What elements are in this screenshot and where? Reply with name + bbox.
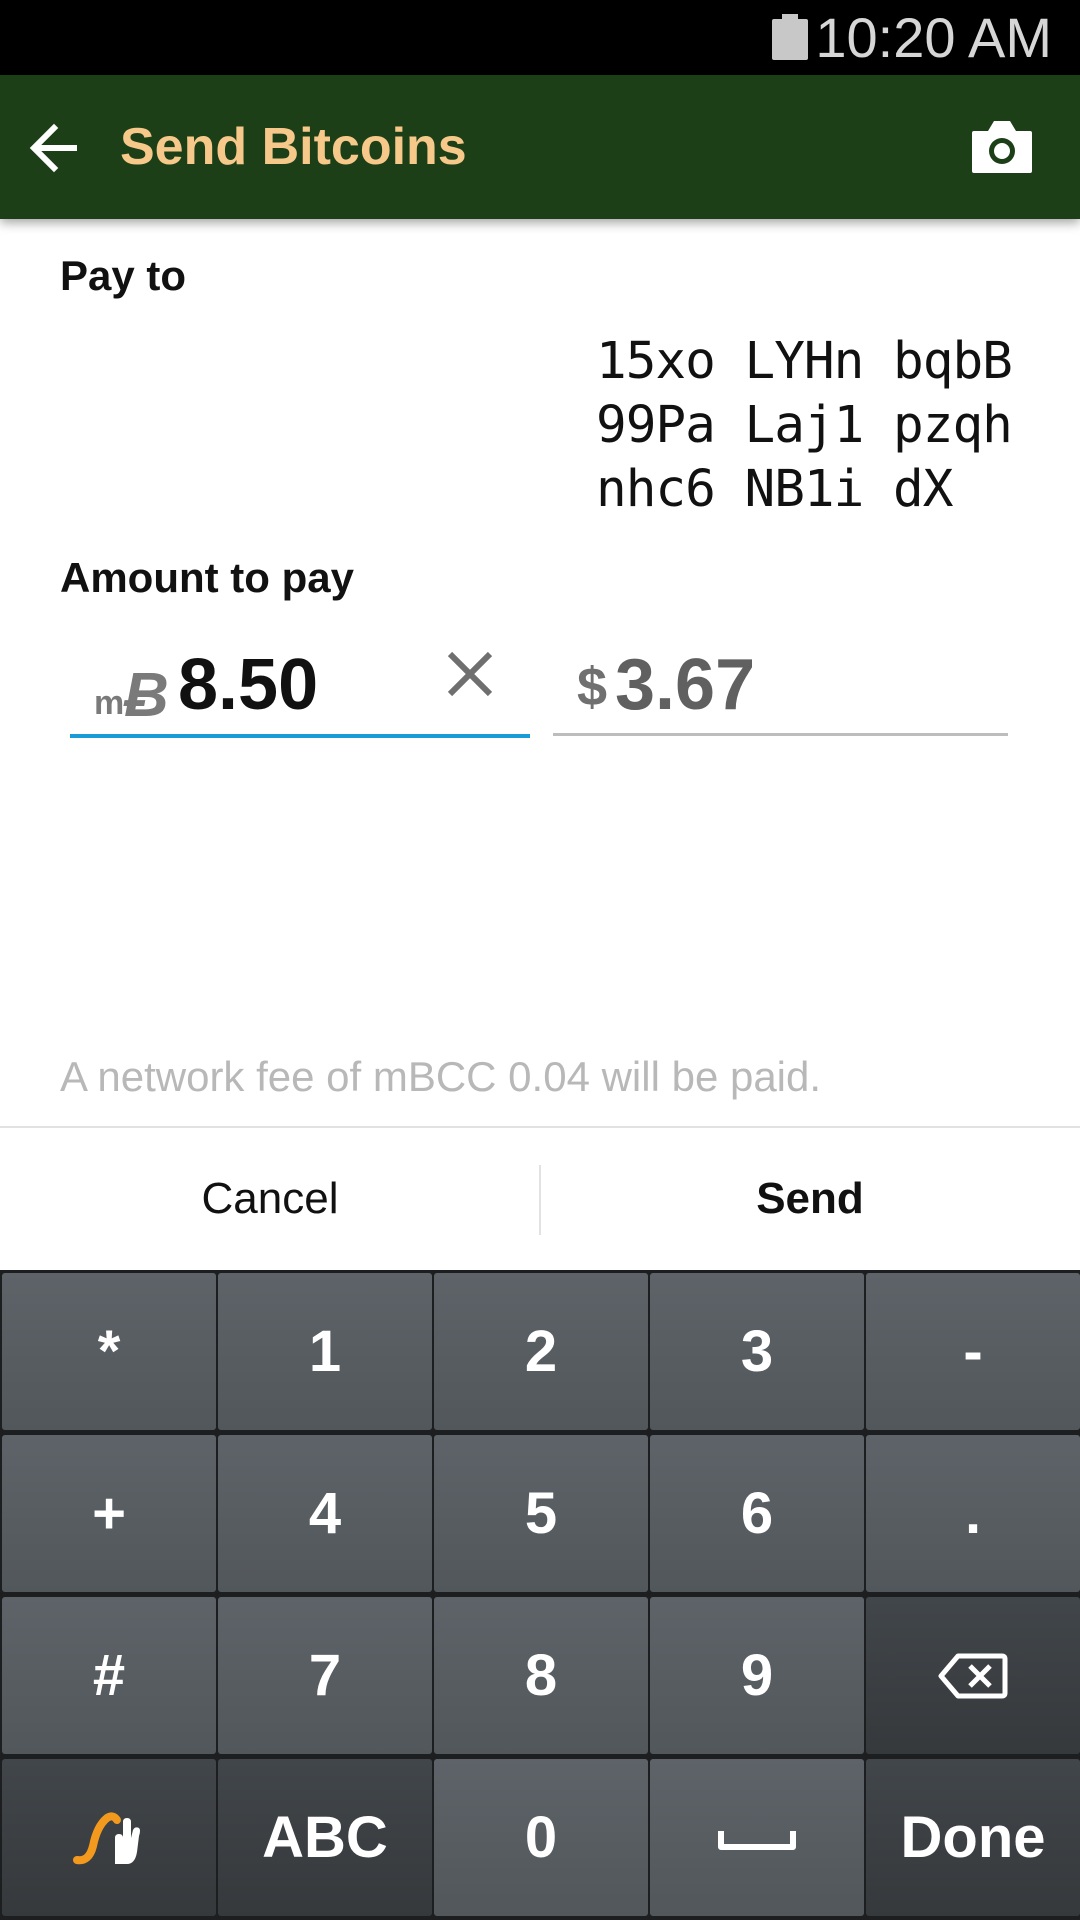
status-time: 10:20 AM [815, 6, 1052, 69]
key-asterisk[interactable]: * [2, 1273, 216, 1430]
recipient-address: 15xo LYHn bqbB 99Pa Laj1 pzqh nhc6 NB1i … [596, 330, 1013, 522]
key-5[interactable]: 5 [434, 1435, 648, 1592]
btc-unit-prefix: m [94, 684, 125, 722]
status-bar: 10:20 AM [0, 0, 1080, 75]
btc-amount-value[interactable]: 8.50 [178, 644, 318, 726]
key-hash[interactable]: # [2, 1597, 216, 1754]
backspace-icon [938, 1653, 1008, 1699]
fiat-amount-field[interactable]: $ 3.67 [553, 630, 1008, 736]
btc-amount-field[interactable]: m Ƀ 8.50 [70, 630, 530, 738]
address-line: nhc6 NB1i dX [596, 460, 953, 519]
fiat-amount-value[interactable]: 3.67 [615, 644, 755, 726]
bitcoin-symbol: Ƀ [124, 661, 169, 730]
amount-label: Amount to pay [60, 554, 354, 601]
app-bar: Send Bitcoins [0, 75, 1080, 219]
key-done[interactable]: Done [866, 1759, 1080, 1916]
key-7[interactable]: 7 [218, 1597, 432, 1754]
key-abc[interactable]: ABC [218, 1759, 432, 1916]
key-plus[interactable]: + [2, 1435, 216, 1592]
send-button[interactable]: Send [540, 1128, 1080, 1270]
close-icon[interactable] [442, 646, 498, 702]
address-line: 15xo LYHn bqbB [596, 332, 1013, 391]
address-line: 99Pa Laj1 pzqh [596, 396, 1013, 455]
page-title: Send Bitcoins [120, 118, 467, 176]
key-0[interactable]: 0 [434, 1759, 648, 1916]
key-4[interactable]: 4 [218, 1435, 432, 1592]
cancel-button[interactable]: Cancel [0, 1128, 540, 1270]
key-9[interactable]: 9 [650, 1597, 864, 1754]
key-period[interactable]: . [866, 1435, 1080, 1592]
numeric-keyboard: * 1 2 3 - + 4 5 6 . # 7 8 9 ABC 0 Done [0, 1270, 1080, 1920]
key-3[interactable]: 3 [650, 1273, 864, 1430]
key-6[interactable]: 6 [650, 1435, 864, 1592]
key-backspace[interactable] [866, 1597, 1080, 1754]
key-space[interactable] [650, 1759, 864, 1916]
key-minus[interactable]: - [866, 1273, 1080, 1430]
swype-icon [71, 1808, 147, 1868]
pay-to-label: Pay to [60, 252, 187, 299]
key-2[interactable]: 2 [434, 1273, 648, 1430]
arrow-back-icon[interactable] [22, 115, 92, 181]
key-1[interactable]: 1 [218, 1273, 432, 1430]
key-8[interactable]: 8 [434, 1597, 648, 1754]
key-swype[interactable] [2, 1759, 216, 1916]
fiat-symbol: $ [577, 657, 608, 717]
battery-icon [772, 14, 808, 60]
camera-icon[interactable] [970, 117, 1034, 177]
space-bar-icon [717, 1823, 797, 1853]
network-fee-note: A network fee of mBCC 0.04 will be paid. [60, 1053, 822, 1100]
